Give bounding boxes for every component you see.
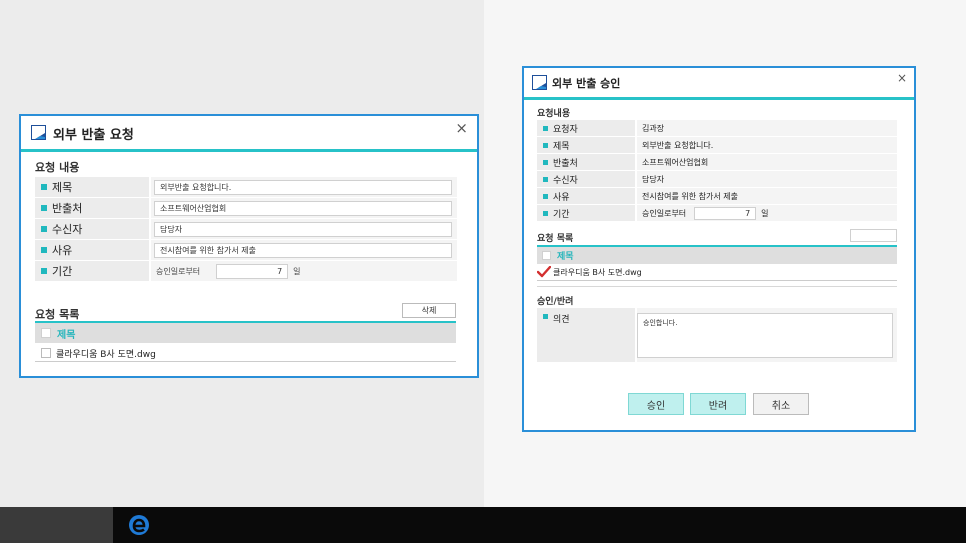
approve-button[interactable]: 승인 (628, 393, 684, 415)
dialog-title: 외부 반출 승인 (552, 77, 621, 90)
bullet-icon (543, 176, 548, 182)
field-row-period: 기간 승인일로부터 7 일 (35, 261, 457, 281)
list-search-input[interactable] (850, 229, 897, 242)
app-logo-icon (532, 75, 547, 90)
dialog-title: 외부 반출 요청 (53, 128, 134, 143)
field-row-recipient: 수신자 담당자 (35, 219, 457, 239)
close-icon[interactable]: × (897, 72, 907, 84)
field-row-opinion: 의견 승인합니다. (537, 308, 897, 362)
bullet-icon (41, 268, 47, 274)
recipient-value: 담당자 (642, 174, 665, 184)
reason-input[interactable]: 전시참여를 위한 참가서 제출 (154, 242, 452, 258)
select-all-checkbox[interactable] (542, 251, 551, 260)
delete-button[interactable]: 삭제 (402, 303, 456, 318)
reject-button[interactable]: 반려 (690, 393, 746, 415)
checkmark-icon[interactable] (536, 265, 552, 278)
request-list-heading: 요청 목록 (537, 234, 574, 244)
item-checkbox[interactable] (41, 348, 51, 358)
cancel-button[interactable]: 취소 (753, 393, 809, 415)
bullet-icon (543, 125, 548, 131)
app-logo-icon (31, 125, 46, 140)
field-row-title: 제목 외부반출 요청합니다. (537, 137, 897, 153)
destination-input[interactable]: 소프트웨어산업협회 (154, 200, 452, 216)
reason-value: 전시참여를 위한 참가서 제출 (642, 191, 738, 201)
field-row-reason: 사유 전시참여를 위한 참가서 제출 (35, 240, 457, 260)
bullet-icon (41, 226, 47, 232)
dialog-header: 외부 반출 승인 × (524, 68, 914, 100)
period-days-input[interactable]: 7 (694, 206, 757, 220)
dialog-header: 외부 반출 요청 × (21, 116, 477, 152)
list-item[interactable]: 클라우디움 B사 도면.dwg (35, 345, 456, 362)
list-header: 제목 (537, 245, 897, 264)
bullet-icon (41, 205, 47, 211)
taskbar-start-area[interactable] (0, 507, 113, 543)
field-row-period: 기간 승인일로부터 7 일 (537, 205, 897, 221)
destination-value: 소프트웨어산업협회 (642, 157, 709, 167)
field-row-title: 제목 외부반출 요청합니다. (35, 177, 457, 197)
requester-value: 김과장 (642, 123, 665, 133)
list-header: 제목 (35, 321, 456, 343)
bullet-icon (543, 210, 548, 216)
period-unit: 일 (293, 266, 301, 276)
request-content-heading: 요청내용 (537, 109, 571, 119)
bullet-icon (543, 193, 548, 199)
approve-reject-heading: 승인/반려 (537, 297, 574, 307)
edge-browser-icon[interactable] (127, 513, 151, 537)
field-row-requester: 요청자 김과장 (537, 120, 897, 136)
taskbar (0, 507, 966, 543)
export-approval-dialog: 외부 반출 승인 × 요청내용 요청자 김과장 제목 외부반출 요청합니다. 반… (522, 66, 916, 432)
period-unit: 일 (761, 208, 769, 218)
title-input[interactable]: 외부반출 요청합니다. (154, 179, 452, 195)
bullet-icon (543, 142, 548, 148)
bullet-icon (543, 314, 548, 319)
period-prefix: 승인일로부터 (642, 208, 687, 218)
bullet-icon (41, 184, 47, 190)
period-prefix: 승인일로부터 (156, 266, 201, 276)
bullet-icon (41, 247, 47, 253)
section-divider (537, 286, 897, 287)
opinion-textarea[interactable]: 승인합니다. (637, 313, 893, 358)
export-request-dialog: 외부 반출 요청 × 요청 내용 제목 외부반출 요청합니다. 반출처 소프트웨… (19, 114, 479, 378)
select-all-checkbox[interactable] (41, 328, 51, 338)
list-item[interactable]: 클라우디움 B사 도면.dwg (536, 264, 897, 281)
period-days-input[interactable]: 7 (216, 263, 289, 279)
field-row-recipient: 수신자 담당자 (537, 171, 897, 187)
bullet-icon (543, 159, 548, 165)
recipient-input[interactable]: 담당자 (154, 221, 452, 237)
close-icon[interactable]: × (455, 121, 468, 136)
field-row-destination: 반출처 소프트웨어산업협회 (537, 154, 897, 170)
field-row-reason: 사유 전시참여를 위한 참가서 제출 (537, 188, 897, 204)
title-value: 외부반출 요청합니다. (642, 140, 714, 150)
request-list-heading: 요청 목록 (35, 308, 80, 321)
field-row-destination: 반출처 소프트웨어산업협회 (35, 198, 457, 218)
request-content-heading: 요청 내용 (35, 161, 80, 174)
